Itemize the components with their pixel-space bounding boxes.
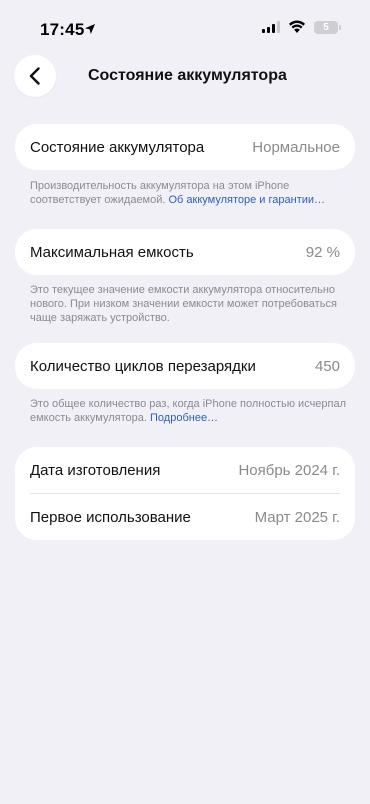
max-capacity-card: Максимальная емкость 92 %: [15, 229, 355, 275]
back-button[interactable]: [14, 55, 56, 97]
manufacture-date-value: Ноябрь 2024 г.: [238, 461, 340, 479]
first-use-value: Март 2025 г.: [254, 508, 340, 526]
cycle-count-value: 450: [314, 357, 340, 375]
battery-warranty-link[interactable]: Об аккумуляторе и гарантии…: [169, 194, 326, 206]
dates-card: Дата изготовления Ноябрь 2024 г. Первое …: [15, 447, 355, 540]
max-capacity-footnote: Это текущее значение емкости аккумулятор…: [30, 284, 337, 324]
chevron-left-icon: [29, 67, 40, 85]
max-capacity-row: Максимальная емкость 92 %: [15, 229, 355, 275]
battery-health-card: Состояние аккумулятора Нормальное: [15, 124, 355, 170]
battery-health-footnote: Производительность аккумулятора на этом …: [30, 179, 350, 207]
status-indicators: 5: [262, 20, 341, 34]
wifi-icon: [289, 20, 305, 33]
battery-health-row: Состояние аккумулятора Нормальное: [15, 124, 355, 170]
cycle-count-footnote: Это общее количество раз, когда iPhone п…: [30, 397, 350, 425]
status-bar: 17:45 5: [0, 0, 370, 58]
battery-health-label: Состояние аккумулятора: [30, 138, 205, 156]
manufacture-date-label: Дата изготовления: [30, 461, 161, 479]
learn-more-link[interactable]: Подробнее…: [150, 412, 218, 424]
cycle-count-card: Количество циклов перезарядки 450: [15, 343, 355, 389]
cellular-signal-icon: [262, 21, 280, 33]
battery-icon: 5: [314, 20, 341, 34]
status-time: 17:45: [40, 20, 85, 39]
max-capacity-label: Максимальная емкость: [30, 243, 194, 261]
battery-level: 5: [323, 21, 329, 33]
max-capacity-value: 92 %: [305, 243, 340, 261]
page-title: Состояние аккумулятора: [88, 67, 287, 84]
cycle-count-label: Количество циклов перезарядки: [30, 357, 256, 375]
battery-health-value: Нормальное: [252, 138, 340, 156]
cycle-count-row: Количество циклов перезарядки 450: [15, 343, 355, 389]
first-use-label: Первое использование: [30, 508, 191, 526]
location-arrow-icon: [85, 24, 95, 34]
first-use-row: Первое использование Март 2025 г.: [15, 494, 355, 540]
manufacture-date-row: Дата изготовления Ноябрь 2024 г.: [15, 447, 355, 493]
